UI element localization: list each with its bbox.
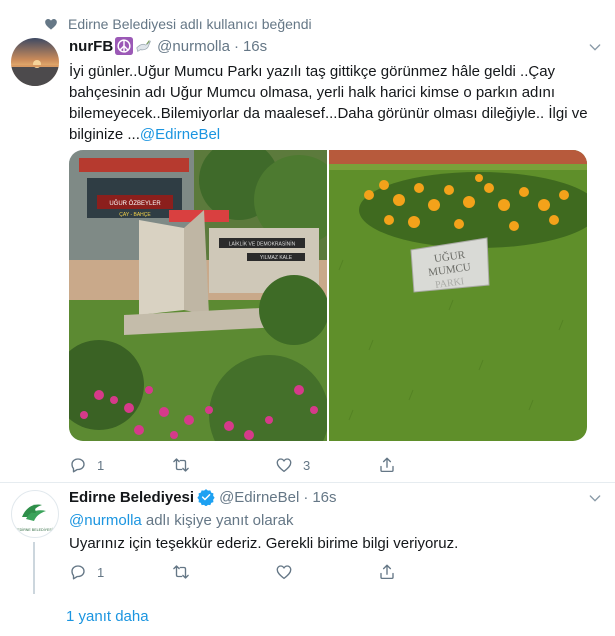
reply-context: @nurmolla adlı kişiye yanıt olarak [69,512,294,529]
reply-text: Uyarınız için teşekkür ederiz. Gerekli b… [69,535,459,552]
tweet-actions: 1 3 [69,456,481,474]
chevron-down-icon[interactable] [587,490,603,506]
retweet-button[interactable] [172,456,275,474]
cafe-sign-sub: ÇAY - BAHÇE [119,212,151,218]
share-button[interactable] [378,456,481,474]
cafe-sign: UĞUR ÖZBEYLER [109,200,161,207]
chevron-down-icon[interactable] [587,39,603,55]
peace-icon [115,37,134,55]
social-context: Edirne Belediyesi adlı kullanıcı beğendi [44,14,312,34]
municipality-logo: EDİRNE BELEDİYESİ [13,492,57,536]
retweet-icon [173,458,189,472]
reply-to-mention[interactable]: @nurmolla [69,512,142,529]
separator: · [303,488,309,506]
share-button[interactable] [378,563,481,581]
reply-actions: 1 [69,563,481,581]
plaque-text-2: YILMAZ KALE [260,255,293,261]
like-icon [276,565,292,580]
park-monument-photo[interactable]: UĞUR ÖZBEYLER ÇAY - BAHÇE LAİKLİK VE DEM… [69,150,327,441]
divider [0,482,615,483]
like-count: 3 [303,457,311,473]
handle[interactable]: @nurmolla [157,38,230,55]
share-icon [380,564,394,580]
display-name[interactable]: Edirne Belediyesi [69,489,194,506]
avatar[interactable]: EDİRNE BELEDİYESİ [11,490,59,538]
logo-text: EDİRNE BELEDİYESİ [17,527,53,532]
like-icon [276,458,292,473]
tweet-media[interactable]: UĞUR ÖZBEYLER ÇAY - BAHÇE LAİKLİK VE DEM… [69,150,587,441]
reply-header: Edirne Belediyesi @EdirneBel · 16s [69,488,337,506]
timestamp[interactable]: 16s [243,38,267,55]
handle[interactable]: @EdirneBel [219,489,299,506]
verified-badge-icon [197,489,215,506]
social-context-text: Edirne Belediyesi adlı kullanıcı beğendi [68,16,312,32]
liked-tweet[interactable]: Edirne Belediyesi adlı kullanıcı beğendi… [0,0,615,482]
like-button[interactable]: 3 [275,456,378,474]
heart-icon [45,18,57,30]
mention-link[interactable]: @EdirneBel [140,126,220,143]
thread-line [33,542,35,594]
reply-to-suffix: adlı kişiye yanıt olarak [141,512,294,529]
dove-icon [136,40,152,52]
reply-button[interactable]: 1 [69,456,172,474]
avatar[interactable] [11,38,59,86]
tweet-header: nurFB @nurmolla · 16s [69,37,267,55]
reply-count: 1 [97,564,105,580]
park-stone-photo[interactable]: UĞUR MUMCU PARKI [329,150,587,441]
avatar-sunset-image [11,38,59,86]
retweet-icon [173,565,189,579]
separator: · [233,37,239,55]
plaque-text-1: LAİKLİK VE DEMOKRASİNİN [229,241,296,248]
retweet-button[interactable] [172,563,275,581]
timestamp[interactable]: 16s [312,489,336,506]
like-button[interactable] [275,563,378,581]
display-name[interactable]: nurFB [69,38,113,55]
tweet-text: İyi günler..Uğur Mumcu Parkı yazılı taş … [69,61,599,145]
show-more-replies-link[interactable]: 1 yanıt daha [66,608,149,625]
reply-icon [71,565,85,580]
reply-count: 1 [97,457,105,473]
reply-button[interactable]: 1 [69,563,172,581]
share-icon [380,457,394,473]
reply-icon [71,458,85,473]
